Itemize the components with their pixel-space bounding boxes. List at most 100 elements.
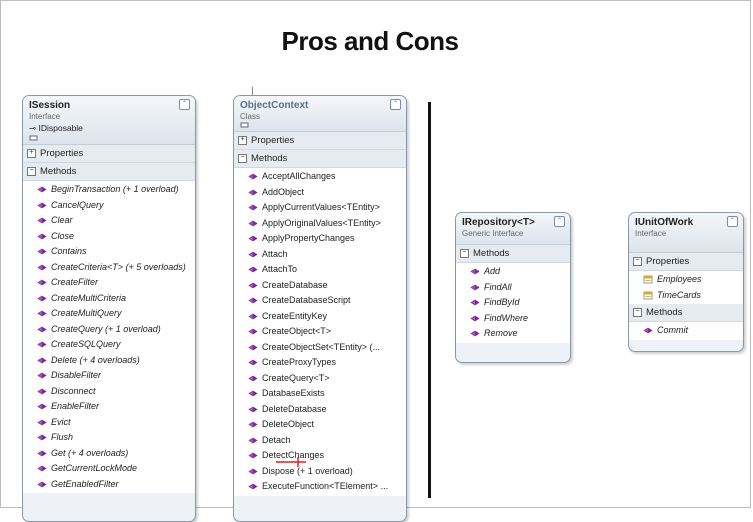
class-name: IUnitOfWork [635,217,694,228]
method-item[interactable]: CreateDatabase [234,278,406,294]
implements-name: IDisposable [38,123,83,133]
method-icon [470,284,480,290]
method-icon [37,388,47,394]
collapse-icon[interactable]: ⌃ [179,99,190,110]
section-properties[interactable]: + Properties [234,132,406,150]
method-item[interactable]: DeleteDatabase [234,402,406,418]
class-box-iunitofwork[interactable]: IUnitOfWork Interface ⌃ − Properties Empl… [628,212,744,352]
section-methods[interactable]: − Methods [629,304,743,322]
method-name: CreateProxyTypes [262,357,337,367]
class-kind: Generic Interface [462,229,524,238]
method-icon [37,450,47,456]
method-item[interactable]: Dispose (+ 1 overload) [234,464,406,480]
method-item[interactable]: DeleteObject [234,417,406,433]
method-name: AddObject [262,186,305,197]
method-item[interactable]: CreateCriteria<T> (+ 5 overloads) [23,260,195,276]
method-icon [248,204,258,211]
class-box-objectcontext[interactable]: ObjectContext Class ⌃ + Properties − Metho… [233,95,407,522]
method-item[interactable]: ApplyCurrentValues<TEntity> [234,200,406,216]
method-icon [248,189,258,195]
method-item[interactable]: CancelQuery [23,198,195,214]
method-item[interactable]: CreateDatabaseScript [234,293,406,309]
method-name: Disconnect [51,385,96,396]
method-item[interactable]: Commit [629,323,743,339]
class-header: IRepository<T> Generic Interface ⌃ [456,213,570,245]
method-item[interactable]: GetEnabledFilter [23,477,195,493]
method-item[interactable]: DetectChanges [234,448,406,464]
method-item[interactable]: Get (+ 4 overloads) [23,446,195,462]
method-icon [37,248,47,255]
method-item[interactable]: GetCurrentLockMode [23,461,195,477]
method-item[interactable]: CreateMultiQuery [23,306,195,322]
property-item[interactable]: TimeCards [629,288,743,304]
section-properties[interactable]: − Properties [629,253,743,271]
collapse-icon[interactable]: ⌃ [554,216,565,227]
section-methods[interactable]: − Methods [456,245,570,263]
method-item[interactable]: CreateQuery<T> [234,371,406,387]
method-item[interactable]: Delete (+ 4 overloads) [23,353,195,369]
method-item[interactable]: BeginTransaction (+ 1 overload) [23,182,195,198]
method-item[interactable]: Remove [456,326,570,342]
method-item[interactable]: Close [23,229,195,245]
method-item[interactable]: FindAll [456,280,570,296]
section-properties[interactable]: + Properties [23,145,195,163]
method-name: Delete (+ 4 overloads) [51,354,140,365]
method-item[interactable]: Disconnect [23,384,195,400]
method-item[interactable]: DisableFilter [23,368,195,384]
method-item[interactable]: Attach [234,247,406,263]
property-item[interactable]: Employees [629,272,743,288]
method-item[interactable]: CreateProxyTypes [234,355,406,371]
section-label: Methods [251,153,288,164]
method-icon [37,310,47,317]
method-item[interactable]: ApplyOriginalValues<TEntity> [234,216,406,232]
method-item[interactable]: AttachTo [234,262,406,278]
method-item[interactable]: ExecuteFunction<TElement> ... [234,479,406,495]
method-item[interactable]: CreateEntityKey [234,309,406,325]
method-item[interactable]: CreateMultiCriteria [23,291,195,307]
method-icon [643,327,653,334]
collapse-section-icon: − [633,256,642,266]
method-list: Commit [629,322,743,340]
method-item[interactable]: EnableFilter [23,399,195,415]
class-box-isession[interactable]: ISession Interface ⊸ IDisposable ⌃ + Prop… [22,95,196,522]
method-item[interactable]: AddObject [234,185,406,201]
method-item[interactable]: CreateObject<T> [234,324,406,340]
method-item[interactable]: AcceptAllChanges [234,169,406,185]
method-item[interactable]: DatabaseExists [234,386,406,402]
method-icon [37,202,47,208]
method-item[interactable]: Contains [23,244,195,260]
class-header: ObjectContext Class ⌃ [234,96,406,132]
method-name: Evict [51,416,71,427]
method-item[interactable]: Evict [23,415,195,431]
method-item[interactable]: CreateObjectSet<TEntity> (... [234,340,406,356]
section-methods[interactable]: − Methods [234,150,406,168]
method-item[interactable]: FindWhere [456,311,570,327]
method-item[interactable]: CreateSQLQuery [23,337,195,353]
collapse-icon[interactable]: ⌃ [390,99,401,110]
method-item[interactable]: Add [456,264,570,280]
method-name: Dispose (+ 1 overload) [262,465,353,476]
method-item[interactable]: Detach [234,433,406,449]
method-name: AttachTo [262,264,298,274]
collapse-icon[interactable]: ⌃ [727,216,738,227]
method-name: CreateMultiCriteria [51,292,127,303]
implements-label: ⊸ IDisposable [29,123,189,134]
method-icon [248,266,258,273]
section-methods[interactable]: − Methods [23,163,195,181]
method-item[interactable]: Flush [23,430,195,446]
method-name: EnableFilter [51,401,100,411]
class-header: ISession Interface ⊸ IDisposable ⌃ [23,96,195,145]
method-item[interactable]: CreateFilter [23,275,195,291]
section-label: Properties [251,135,295,146]
method-item[interactable]: FindById [456,295,570,311]
method-item[interactable]: ApplyPropertyChanges [234,231,406,247]
class-box-irepository[interactable]: IRepository<T> Generic Interface ⌃ − Meth… [455,212,571,363]
method-name: DatabaseExists [262,388,325,398]
method-name: GetCurrentLockMode [51,463,138,473]
method-icon [248,297,258,304]
method-icon [37,357,47,363]
method-item[interactable]: Clear [23,213,195,229]
method-name: CreateFilter [51,277,99,287]
method-item[interactable]: CreateQuery (+ 1 overload) [23,322,195,338]
method-name: AcceptAllChanges [262,171,336,181]
